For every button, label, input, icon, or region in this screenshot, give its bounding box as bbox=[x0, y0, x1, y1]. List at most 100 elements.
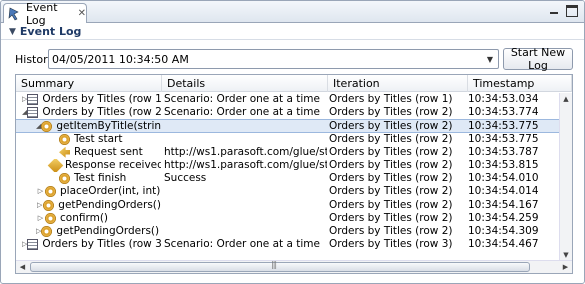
summary-text: getPendingOrders() 2 bbox=[56, 224, 161, 237]
table-row[interactable]: ▷ confirm() Orders by Titles (row 2) 10:34:… bbox=[16, 212, 559, 225]
table-icon bbox=[27, 107, 39, 119]
iteration-cell: Orders by Titles (row 1) bbox=[329, 93, 453, 105]
gear-icon bbox=[59, 173, 70, 185]
table-row[interactable]: ◢ Orders by Titles (row 2) Scenario: Order… bbox=[16, 106, 559, 119]
iteration-cell: Orders by Titles (row 2) bbox=[329, 172, 453, 185]
horizontal-scroll-thumb[interactable] bbox=[30, 260, 530, 272]
table-body: ▷ Orders by Titles (row 1) Scenario: Order… bbox=[16, 93, 559, 261]
details-cell bbox=[164, 120, 327, 133]
iteration-cell: Orders by Titles (row 2) bbox=[329, 145, 453, 158]
table-row[interactable]: ▷ Orders by Titles (row 3) Scenario: Order… bbox=[16, 238, 559, 251]
details-cell: http://ws1.parasoft.com/glue/store-01 bbox=[164, 158, 327, 171]
details-cell: Success bbox=[164, 172, 207, 185]
table-row[interactable]: ▷ getPendingOrders() Orders by Titles (row… bbox=[16, 199, 559, 212]
table-row[interactable]: ▷ Orders by Titles (row 1) Scenario: Order… bbox=[16, 93, 559, 106]
summary-text: placeOrder(int, int) bbox=[60, 185, 161, 198]
iteration-cell: Orders by Titles (row 2) bbox=[329, 185, 453, 198]
details-cell bbox=[164, 133, 327, 146]
minimize-icon[interactable] bbox=[548, 5, 560, 17]
details-cell bbox=[164, 185, 327, 198]
response-received-icon bbox=[47, 158, 64, 172]
event-log-view: Event Log ✕ ▼ Event Log History 04/05/20… bbox=[0, 0, 585, 284]
history-selected-value: 04/05/2011 10:34:50 AM bbox=[52, 52, 189, 66]
gear-icon bbox=[59, 133, 70, 145]
summary-cell: ▷ getPendingOrders() 2 bbox=[16, 225, 161, 238]
table-row[interactable]: Response received http://ws1.parasoft.com… bbox=[16, 158, 559, 172]
chevron-down-icon[interactable]: ▼ bbox=[482, 50, 498, 68]
table-row[interactable]: Request sent http://ws1.parasoft.com/glue… bbox=[16, 146, 559, 159]
timestamp-cell: 10:34:54.467 bbox=[468, 238, 539, 251]
timestamp-cell: 10:34:54.010 bbox=[468, 172, 539, 185]
event-table: Summary Details Iteration Timestamp ▷ Ord… bbox=[15, 74, 573, 274]
timestamp-cell: 10:34:53.787 bbox=[468, 145, 539, 158]
expand-icon[interactable]: ▷ bbox=[36, 212, 45, 225]
details-cell bbox=[164, 225, 327, 238]
column-header-timestamp[interactable]: Timestamp bbox=[468, 75, 572, 92]
timestamp-cell: 10:34:54.259 bbox=[468, 211, 539, 224]
table-header: Summary Details Iteration Timestamp bbox=[16, 75, 572, 92]
iteration-cell: Orders by Titles (row 2) bbox=[329, 132, 453, 145]
scroll-left-icon[interactable]: ◀ bbox=[16, 261, 29, 273]
event-log-icon bbox=[8, 7, 22, 21]
timestamp-cell: 10:34:54.167 bbox=[468, 198, 539, 211]
summary-cell: ▷ getPendingOrders() bbox=[16, 199, 161, 212]
maximize-icon[interactable] bbox=[566, 5, 578, 17]
scroll-right-icon[interactable]: ▶ bbox=[559, 261, 572, 273]
column-header-details[interactable]: Details bbox=[162, 75, 328, 92]
section-header[interactable]: ▼ Event Log bbox=[1, 24, 584, 40]
expand-icon[interactable]: ▷ bbox=[36, 185, 45, 198]
timestamp-cell: 10:34:53.775 bbox=[468, 120, 539, 133]
request-sent-icon bbox=[59, 146, 70, 158]
table-row[interactable]: ◢ getItemByTitle(string) Orders by Titles … bbox=[16, 119, 559, 133]
summary-text: Test finish bbox=[74, 172, 127, 185]
tab-label: Event Log bbox=[26, 0, 58, 27]
summary-cell: ◢ Orders by Titles (row 2) bbox=[16, 106, 161, 119]
vertical-scrollbar[interactable]: ▲ ▼ bbox=[559, 93, 572, 261]
iteration-cell: Orders by Titles (row 3) bbox=[329, 238, 453, 251]
summary-cell: Test start bbox=[16, 133, 161, 146]
iteration-cell: Orders by Titles (row 2) bbox=[329, 211, 453, 224]
horizontal-scrollbar[interactable]: ◀ ▶ bbox=[16, 260, 572, 273]
summary-cell: ▷ confirm() bbox=[16, 212, 161, 225]
summary-text: Orders by Titles (row 3) bbox=[42, 238, 161, 251]
start-new-log-button[interactable]: Start New Log bbox=[503, 46, 573, 72]
summary-text: Test start bbox=[74, 132, 123, 145]
details-cell: Scenario: Order one at a time bbox=[164, 93, 320, 105]
gear-icon bbox=[43, 199, 55, 211]
summary-cell: Test finish bbox=[16, 172, 161, 185]
gear-icon bbox=[41, 121, 53, 133]
details-cell: http://ws1.parasoft.com/glue/store-01 bbox=[164, 145, 327, 158]
history-dropdown[interactable]: 04/05/2011 10:34:50 AM ▼ bbox=[48, 49, 499, 69]
window-controls bbox=[548, 5, 578, 17]
scroll-up-icon[interactable]: ▲ bbox=[560, 93, 572, 105]
tab-bar: Event Log ✕ bbox=[1, 1, 584, 27]
timestamp-cell: 10:34:53.815 bbox=[468, 158, 539, 171]
table-row[interactable]: Test finish Success Orders by Titles (row … bbox=[16, 172, 559, 185]
summary-text: Request sent bbox=[74, 145, 143, 158]
column-header-iteration[interactable]: Iteration bbox=[328, 75, 468, 92]
iteration-cell: Orders by Titles (row 2) bbox=[329, 198, 453, 211]
column-header-summary[interactable]: Summary bbox=[16, 75, 162, 92]
iteration-cell: Orders by Titles (row 2) bbox=[329, 224, 453, 237]
summary-text: getPendingOrders() bbox=[58, 198, 161, 211]
table-row[interactable]: ▷ placeOrder(int, int) Orders by Titles (r… bbox=[16, 185, 559, 198]
summary-cell: Request sent bbox=[16, 146, 161, 159]
summary-cell: Response received bbox=[16, 158, 161, 172]
tab-event-log[interactable]: Event Log ✕ bbox=[3, 1, 87, 27]
expand-icon[interactable]: ▷ bbox=[36, 199, 43, 212]
details-cell bbox=[164, 199, 327, 212]
gear-icon bbox=[41, 225, 53, 237]
timestamp-cell: 10:34:53.774 bbox=[468, 106, 539, 119]
summary-text: confirm() bbox=[60, 211, 109, 224]
timestamp-cell: 10:34:54.309 bbox=[468, 224, 539, 237]
details-cell: Scenario: Order one at a time bbox=[164, 106, 320, 119]
summary-cell: ▷ Orders by Titles (row 3) bbox=[16, 238, 161, 251]
table-row[interactable]: ▷ getPendingOrders() 2 Orders by Titles (r… bbox=[16, 225, 559, 238]
table-icon bbox=[27, 239, 39, 251]
gear-icon bbox=[45, 186, 56, 198]
details-cell bbox=[164, 212, 327, 225]
timestamp-cell: 10:34:54.014 bbox=[468, 185, 539, 198]
collapse-icon[interactable]: ▼ bbox=[9, 27, 16, 37]
table-row[interactable]: Test start Orders by Titles (row 2) 10:34:… bbox=[16, 133, 559, 146]
close-icon[interactable]: ✕ bbox=[78, 8, 86, 19]
